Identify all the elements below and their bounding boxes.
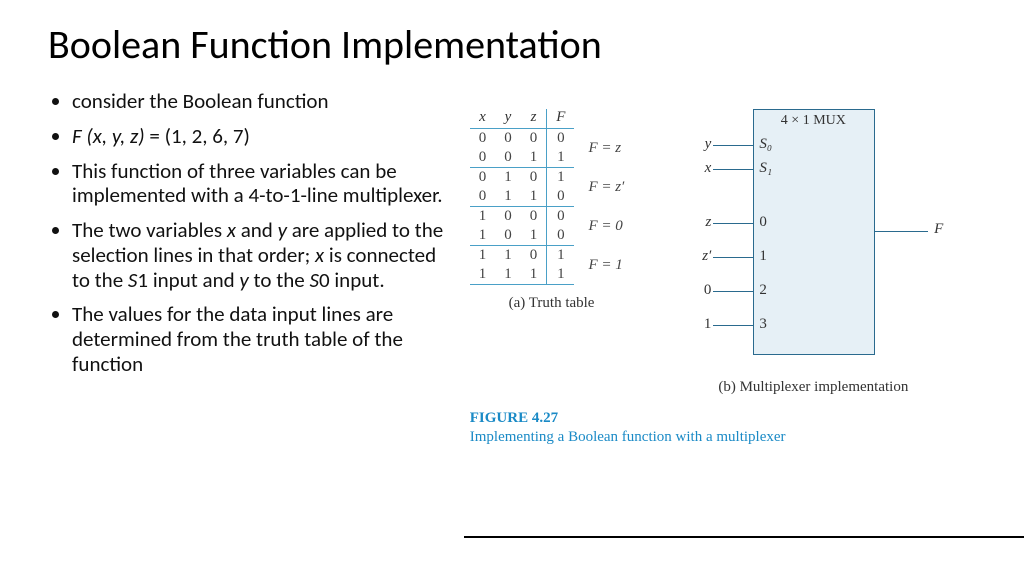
slide-title: Boolean Function Implementation: [48, 20, 976, 69]
bottom-rule: [464, 536, 1024, 538]
mux-caption: (b) Multiplexer implementation: [683, 379, 943, 396]
bullet-5: The values for the data input lines are …: [72, 302, 446, 376]
bullet-2: F (x, y, z) = (1, 2, 6, 7): [72, 124, 446, 149]
truth-table: x y z F 0000F = z 0011 0101F = z′ 0110 1…: [470, 109, 634, 312]
figure-caption: FIGURE 4.27 Implementing a Boolean funct…: [470, 410, 976, 446]
bullet-3: This function of three variables can be …: [72, 159, 446, 209]
bullet-4: The two variables x and y are applied to…: [72, 218, 446, 292]
truth-table-caption: (a) Truth table: [470, 295, 634, 312]
bullet-list: consider the Boolean function F (x, y, z…: [48, 89, 446, 446]
mux-diagram-block: 4 × 1 MUX y S₀ x S₁ z 0: [683, 109, 943, 396]
mux-diagram: 4 × 1 MUX y S₀ x S₁ z 0: [683, 109, 943, 369]
bullet-1: consider the Boolean function: [72, 89, 446, 114]
